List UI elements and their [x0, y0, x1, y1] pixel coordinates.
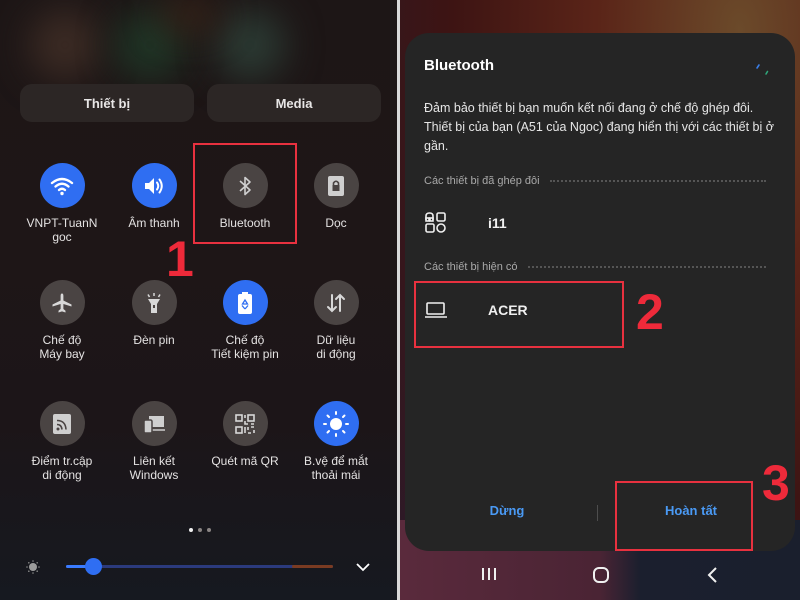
- battery-saver-icon: [222, 280, 268, 325]
- airplane-icon: [39, 280, 85, 325]
- button-divider: [597, 505, 598, 521]
- device-name: i11: [488, 215, 507, 231]
- page-dot: [189, 528, 193, 532]
- qr-icon: [222, 401, 268, 446]
- tile-label: Dữ liệu di động: [316, 333, 356, 361]
- media-button[interactable]: Media: [207, 84, 381, 122]
- tile-wifi[interactable]: VNPT-TuanN goc: [12, 163, 112, 244]
- tile-label: Đèn pin: [133, 333, 175, 347]
- tile-label: VNPT-TuanN goc: [26, 216, 98, 244]
- tile-sound[interactable]: Âm thanh: [104, 163, 204, 230]
- tile-portrait[interactable]: Dọc: [286, 163, 386, 230]
- stop-button[interactable]: Dừng: [457, 503, 557, 518]
- tile-hotspot[interactable]: Điểm tr.cập di động: [12, 401, 112, 482]
- scanning-spinner-icon: [751, 57, 775, 81]
- section-title: Các thiết bị hiện có: [424, 261, 518, 273]
- tile-label: Liên kết Windows: [129, 454, 179, 482]
- page-dot: [198, 528, 202, 532]
- hotspot-icon: [39, 401, 85, 446]
- device-item-i11[interactable]: i11: [424, 203, 764, 243]
- home-icon[interactable]: [592, 566, 610, 589]
- sound-icon: [131, 163, 177, 208]
- brightness-slider-extra: [292, 565, 333, 568]
- link-windows-icon: [131, 401, 177, 446]
- annotation-box-step1: [193, 143, 297, 244]
- wifi-icon: [39, 163, 85, 208]
- annotation-number-step1: 1: [166, 231, 194, 287]
- blurred-background: [160, 0, 220, 30]
- mobile-data-icon: [313, 280, 359, 325]
- tile-label: Dọc: [325, 216, 347, 230]
- dialog-description: Đảm bảo thiết bị bạn muốn kết nối đang ở…: [424, 101, 774, 153]
- tile-flashlight[interactable]: Đèn pin: [104, 280, 204, 347]
- bluetooth-screen: Bluetooth Đảm bảo thiết bị bạn muốn kết …: [400, 0, 800, 600]
- devices-button[interactable]: Thiết bị: [20, 84, 194, 122]
- brightness-slider-thumb[interactable]: [84, 558, 102, 575]
- dialog-title: Bluetooth: [424, 57, 494, 74]
- back-icon[interactable]: [706, 566, 720, 589]
- tile-label: Âm thanh: [128, 216, 180, 230]
- tile-qr[interactable]: Quét mã QR: [195, 401, 295, 468]
- annotation-box-step3: [615, 481, 753, 551]
- portrait-lock-icon: [313, 163, 359, 208]
- quick-settings-panel: Thiết bị Media VNPT-TuanN goc Âm thanh B…: [0, 0, 397, 600]
- tile-eye-comfort[interactable]: B.vệ để mắt thoải mái: [286, 401, 386, 482]
- available-devices-header: Các thiết bị hiện có: [424, 261, 766, 273]
- blurred-background: [215, 10, 285, 80]
- section-divider: [527, 266, 766, 268]
- brightness-icon: [26, 560, 40, 579]
- tile-airplane[interactable]: Chế độ Máy bay: [12, 280, 112, 361]
- section-divider: [549, 180, 766, 182]
- tile-label: Quét mã QR: [211, 454, 279, 468]
- tile-label: B.vệ để mắt thoải mái: [303, 454, 369, 482]
- tile-label: Chế độ Tiết kiệm pin: [211, 333, 279, 361]
- tile-label: Chế độ Máy bay: [39, 333, 85, 361]
- tile-mobile-data[interactable]: Dữ liệu di động: [286, 280, 386, 361]
- eye-comfort-icon: [313, 401, 359, 446]
- section-title: Các thiết bị đã ghép đôi: [424, 175, 540, 187]
- annotation-box-step2: [414, 281, 624, 348]
- blurred-background: [30, 10, 100, 80]
- brightness-slider[interactable]: [66, 558, 333, 575]
- recent-apps-icon[interactable]: [480, 566, 498, 587]
- tile-label: Điểm tr.cập di động: [31, 454, 93, 482]
- chevron-down-icon[interactable]: [355, 560, 371, 578]
- page-dot: [207, 528, 211, 532]
- tile-link-windows[interactable]: Liên kết Windows: [104, 401, 204, 482]
- paired-devices-header: Các thiết bị đã ghép đôi: [424, 175, 766, 187]
- earbuds-icon: [424, 211, 464, 235]
- page-indicator: [189, 528, 211, 532]
- annotation-number-step3: 3: [762, 455, 790, 511]
- tile-battery-saver[interactable]: Chế độ Tiết kiệm pin: [195, 280, 295, 361]
- annotation-number-step2: 2: [636, 284, 664, 340]
